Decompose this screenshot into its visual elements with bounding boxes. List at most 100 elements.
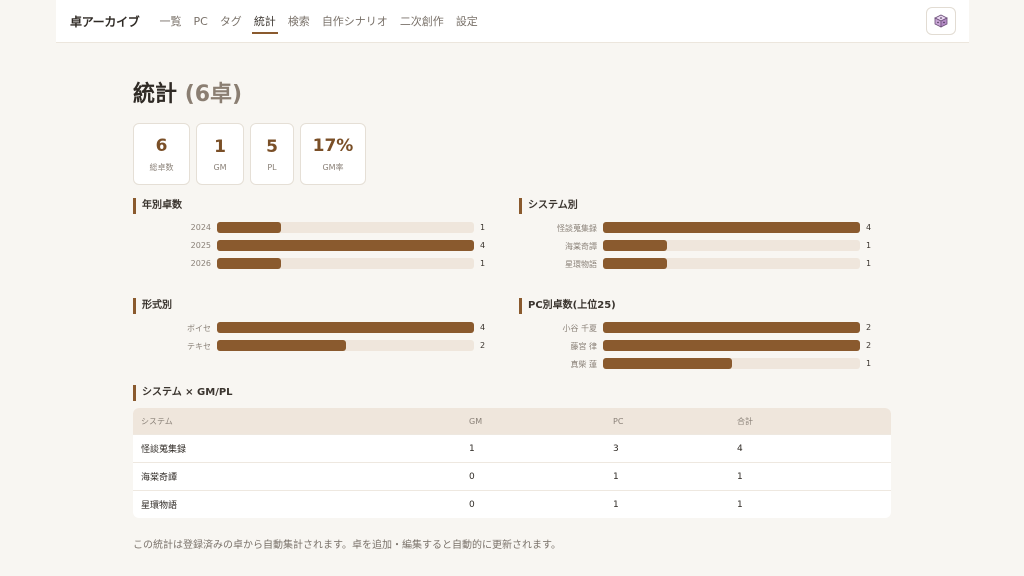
nav-item-settings[interactable]: 設定 — [450, 0, 484, 43]
bar-row: 2026 1 — [133, 258, 493, 270]
table-row: 海棠奇譚 0 1 1 — [133, 462, 891, 490]
bar-value: 1 — [866, 359, 872, 368]
bar-label: 2026 — [190, 259, 211, 268]
bar-row: 2024 1 — [133, 222, 493, 234]
bar-fill — [217, 322, 474, 333]
app-brand[interactable]: 卓アーカイブ — [70, 13, 140, 30]
bar-value: 4 — [480, 323, 486, 332]
bar-track — [603, 358, 860, 369]
bar-fill — [603, 258, 668, 269]
table-row: 怪談蒐集録 1 3 4 — [133, 434, 891, 462]
bar-label: 2025 — [190, 241, 211, 250]
bar-label: 星環物語 — [565, 260, 597, 269]
bar-track — [217, 340, 474, 351]
summary-value: 17% — [312, 135, 354, 156]
bar-fill — [603, 358, 732, 369]
nav-item-list[interactable]: 一覧 — [153, 0, 187, 43]
bar-value: 4 — [866, 223, 872, 232]
table-cell-system: 海棠奇譚 — [141, 473, 178, 483]
bar-fill — [217, 340, 346, 351]
section-by-system: システム別 怪談蒐集録 4 海棠奇譚 1 星環物語 1 — [519, 198, 893, 278]
bar-track — [217, 258, 474, 269]
bar-fill — [603, 340, 860, 351]
bar-label: 真柴 蓮 — [570, 360, 597, 369]
bar-fill — [217, 258, 282, 269]
summary-value: 1 — [214, 136, 226, 157]
bar-row: 2025 4 — [133, 240, 493, 252]
summary-label: PL — [267, 162, 277, 172]
bar-fill — [217, 222, 282, 233]
summary-label: GM — [213, 162, 227, 172]
table-cell-pc: 3 — [613, 443, 619, 454]
section-title: システム別 — [519, 198, 893, 214]
table-cell-gm: 0 — [469, 471, 475, 482]
bar-label: 海棠奇譚 — [565, 242, 597, 251]
nav-item-stats[interactable]: 統計 — [248, 0, 282, 43]
dice-icon — [934, 14, 948, 28]
section-by-format: 形式別 ボイセ 4 テキセ 2 — [133, 298, 493, 358]
bar-track — [217, 222, 474, 233]
bar-value: 1 — [480, 259, 486, 268]
table-cell-gm: 0 — [469, 499, 475, 510]
table-cell-total: 4 — [737, 443, 743, 454]
page-title-text: 統計 — [133, 82, 178, 107]
summary-card-total: 6 総卓数 — [133, 123, 190, 185]
bar-row: 小谷 千夏 2 — [519, 322, 893, 334]
column-header-gm: GM — [469, 416, 483, 426]
bar-track — [217, 240, 474, 251]
bar-fill — [603, 322, 860, 333]
bar-row: 真柴 蓮 1 — [519, 358, 893, 370]
table-cell-pc: 1 — [613, 471, 619, 482]
column-header-system: システム — [141, 416, 173, 426]
bar-row: 海棠奇譚 1 — [519, 240, 893, 252]
bar-fill — [217, 240, 474, 251]
bar-track — [603, 240, 860, 251]
column-header-total: 合計 — [737, 416, 753, 426]
table-cell-pc: 1 — [613, 499, 619, 510]
nav-item-pc[interactable]: PC — [187, 0, 213, 43]
bar-value: 1 — [480, 223, 486, 232]
summary-value: 5 — [266, 136, 278, 157]
section-by-year: 年別卓数 2024 1 2025 4 2026 1 — [133, 198, 493, 278]
system-gm-pl-table: システム GM PC 合計 怪談蒐集録 1 3 4 海棠奇譚 0 1 1 星環物… — [133, 408, 891, 518]
section-title: 形式別 — [133, 298, 493, 314]
section-by-pc: PC別卓数(上位25) 小谷 千夏 2 藤宮 律 2 真柴 蓮 1 — [519, 298, 893, 378]
bar-value: 2 — [866, 341, 872, 350]
bar-row: 藤宮 律 2 — [519, 340, 893, 352]
summary-cards: 6 総卓数 1 GM 5 PL 17% GM率 — [133, 123, 366, 185]
bar-fill — [603, 240, 668, 251]
bar-value: 4 — [480, 241, 486, 250]
bar-value: 2 — [866, 323, 872, 332]
table-cell-system: 怪談蒐集録 — [141, 445, 187, 455]
bar-label: ボイセ — [187, 324, 211, 333]
bar-value: 2 — [480, 341, 486, 350]
table-cell-total: 1 — [737, 499, 743, 510]
section-title: PC別卓数(上位25) — [519, 298, 893, 314]
bar-fill — [603, 222, 860, 233]
table-cell-system: 星環物語 — [141, 501, 178, 511]
table-header: システム GM PC 合計 — [133, 408, 891, 434]
bar-row: テキセ 2 — [133, 340, 493, 352]
bar-value: 1 — [866, 259, 872, 268]
bar-label: テキセ — [187, 342, 211, 351]
bar-track — [603, 222, 860, 233]
nav-item-fan-works[interactable]: 二次創作 — [394, 0, 450, 43]
column-header-pc: PC — [613, 416, 624, 426]
nav-item-original-scenarios[interactable]: 自作シナリオ — [316, 0, 394, 43]
table-cell-total: 1 — [737, 471, 743, 482]
bar-row: ボイセ 4 — [133, 322, 493, 334]
random-dice-button[interactable] — [926, 7, 956, 35]
nav-item-tags[interactable]: タグ — [214, 0, 248, 43]
section-title: システム × GM/PL — [133, 385, 493, 401]
summary-value: 6 — [155, 135, 168, 156]
bar-value: 1 — [866, 241, 872, 250]
bar-label: 小谷 千夏 — [562, 324, 597, 333]
summary-card-gm: 1 GM — [196, 123, 244, 185]
main-nav: 一覧 PC タグ 統計 検索 自作シナリオ 二次創作 設定 — [153, 0, 483, 43]
summary-label: GM率 — [322, 162, 344, 172]
bar-label: 2024 — [190, 223, 211, 232]
bar-row: 星環物語 1 — [519, 258, 893, 270]
nav-item-search[interactable]: 検索 — [282, 0, 316, 43]
page-title-count: (6卓) — [184, 82, 243, 107]
table-row: 星環物語 0 1 1 — [133, 490, 891, 518]
